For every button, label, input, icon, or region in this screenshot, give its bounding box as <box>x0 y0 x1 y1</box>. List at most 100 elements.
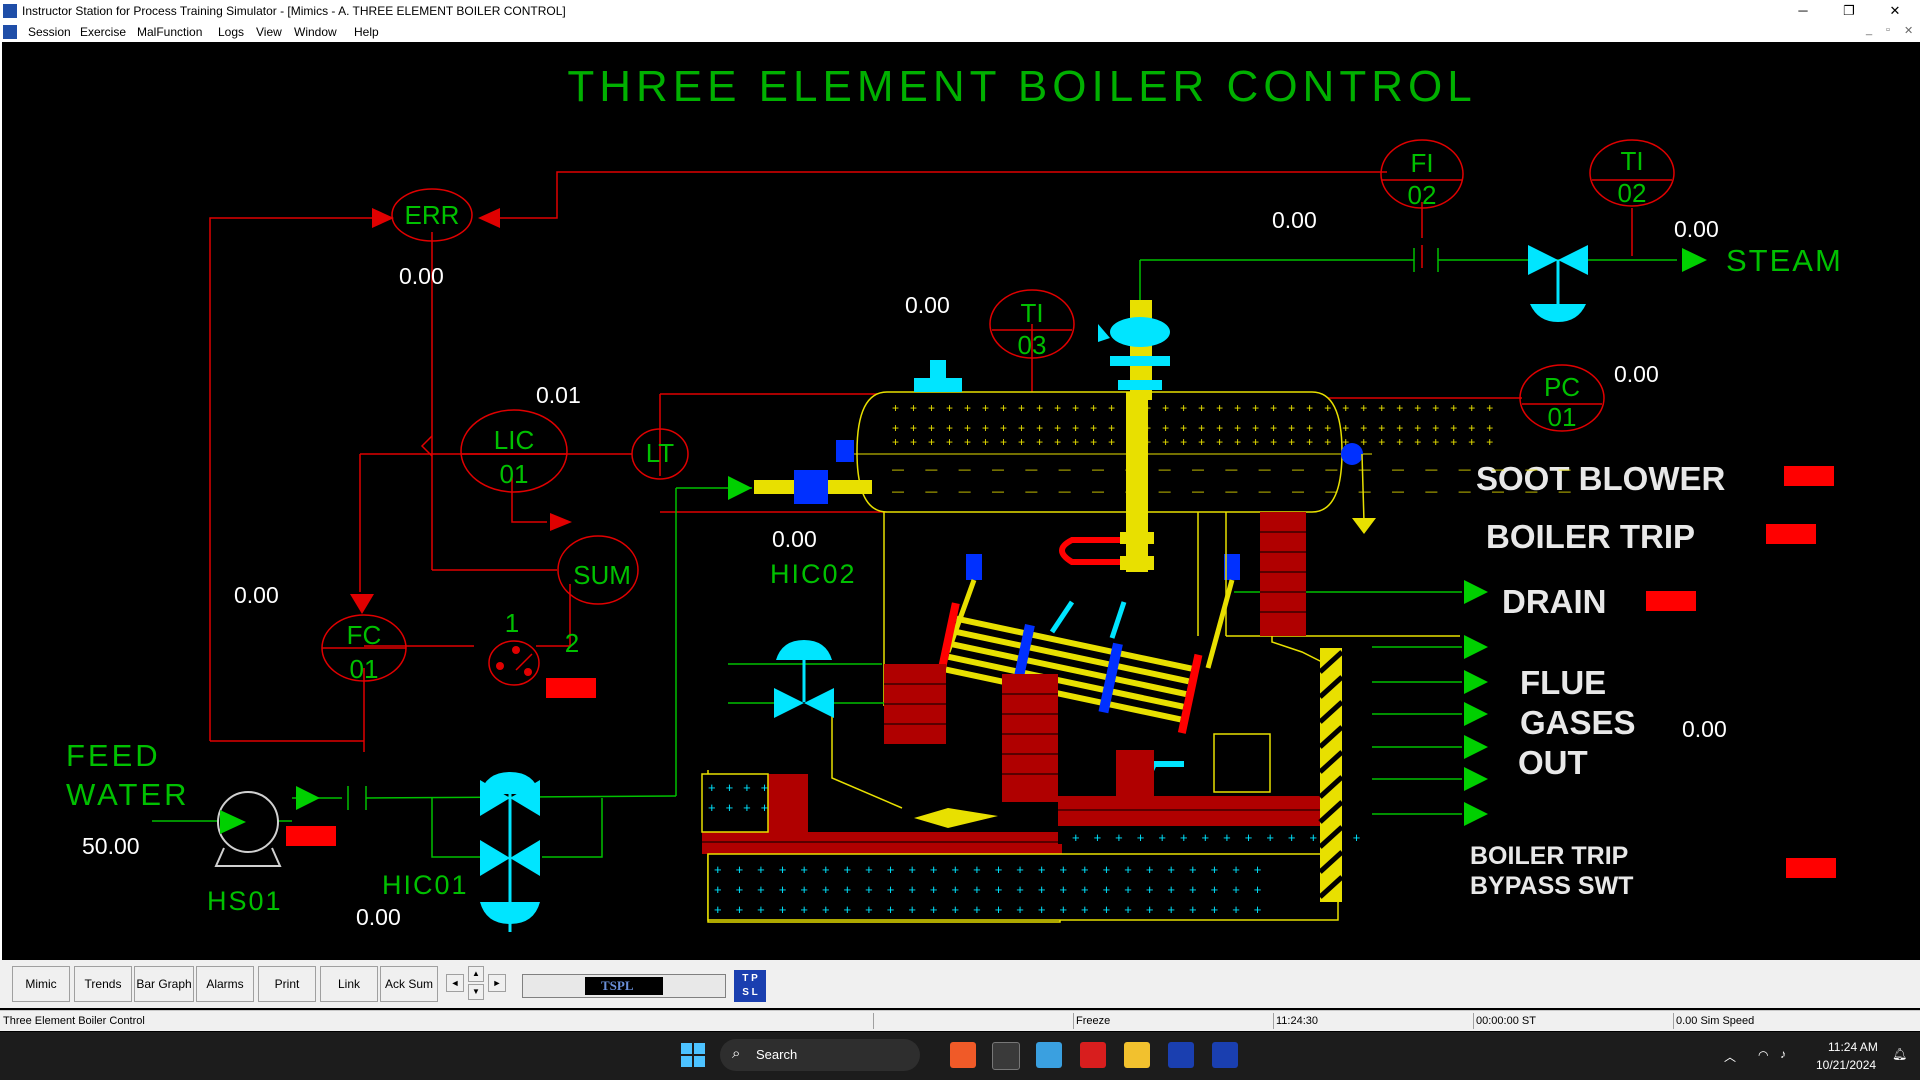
steam-valve[interactable] <box>1528 245 1588 322</box>
window-titlebar: Instructor Station for Process Training … <box>0 0 1920 22</box>
fi02-tag: FI <box>1410 148 1433 178</box>
close-button[interactable]: ✕ <box>1872 0 1918 22</box>
mdi-close-icon[interactable]: ✕ <box>1904 24 1913 37</box>
menu-view[interactable]: View <box>256 25 282 39</box>
drain-indicator[interactable] <box>1646 591 1696 611</box>
fc01-tag: FC <box>347 620 382 650</box>
pc01-num: 01 <box>1548 402 1577 432</box>
minimize-button[interactable]: ─ <box>1780 0 1826 22</box>
steam-value: 0.00 <box>1674 216 1719 242</box>
hic01-valve[interactable] <box>480 772 540 932</box>
process-lines <box>152 248 1677 858</box>
fi02-value: 0.00 <box>1272 207 1317 233</box>
scroll-up-icon[interactable]: ▲ <box>468 966 484 982</box>
selector-indicator[interactable] <box>546 678 596 698</box>
hic01-label: HIC01 <box>382 870 469 900</box>
taskbar-time[interactable]: 11:24 AM <box>1828 1040 1878 1054</box>
mdi-restore-icon[interactable]: ▫ <box>1886 24 1890 36</box>
lic01-tag: LIC <box>494 425 534 455</box>
pc01-value: 0.00 <box>1614 361 1659 387</box>
maximize-button[interactable]: ❐ <box>1826 0 1872 22</box>
safety-valve <box>930 360 946 378</box>
tspl-app-icon-2[interactable] <box>1212 1042 1238 1068</box>
boiler-trip-label: BOILER TRIP <box>1486 518 1695 555</box>
separator-flange-2 <box>1118 380 1162 390</box>
app-icon <box>3 4 17 18</box>
downcomer <box>1126 392 1148 572</box>
tspl-app-icon-1[interactable] <box>1168 1042 1194 1068</box>
selector-contact-2 <box>512 646 520 654</box>
fc01-num: 01 <box>350 654 379 684</box>
mdi-minimize-icon[interactable]: _ <box>1866 24 1872 36</box>
fc01-value: 0.00 <box>234 582 279 608</box>
tspl-logo-icon[interactable]: T PS L <box>734 970 766 1002</box>
hic02-valve[interactable] <box>728 640 884 718</box>
flue-value: 0.00 <box>1682 716 1727 742</box>
selector-pos-1: 1 <box>505 608 519 638</box>
menu-exercise[interactable]: Exercise <box>80 25 126 39</box>
svg-text:++++: ++++ <box>708 800 778 815</box>
volume-icon[interactable]: ♪ <box>1780 1047 1786 1061</box>
ti03-num: 03 <box>1018 330 1047 360</box>
acrobat-icon[interactable] <box>1080 1042 1106 1068</box>
water-label: WATER <box>66 777 190 812</box>
notification-bell-icon[interactable]: 🔔︎ <box>1892 1047 1907 1061</box>
menu-malfunction[interactable]: MalFunction <box>137 25 202 39</box>
downcomer-collar <box>1120 532 1154 544</box>
feed-valve-block <box>794 470 828 504</box>
lt-value: 0.01 <box>536 382 581 408</box>
lt-label: LT <box>646 438 675 468</box>
drain-arrow <box>1352 518 1376 534</box>
separator-handle <box>1098 324 1110 342</box>
tspl-banner: TSPL <box>585 977 663 995</box>
brave-browser-icon[interactable] <box>950 1042 976 1068</box>
hic01-value: 0.00 <box>356 904 401 930</box>
selector-contact-1 <box>496 662 504 670</box>
bar-graph-button[interactable]: Bar Graph <box>134 966 194 1002</box>
svg-text:++++++++++++++++++++++++++++++: ++++++++++++++++++++++++++++++++++ <box>892 435 1504 449</box>
ti02-num: 02 <box>1618 178 1647 208</box>
print-button[interactable]: Print <box>258 966 316 1002</box>
menu-window[interactable]: Window <box>294 25 337 39</box>
svg-text:++++++++++++++++++++++++++: ++++++++++++++++++++++++++ <box>714 902 1275 917</box>
alarms-button[interactable]: Alarms <box>196 966 254 1002</box>
scroll-left-icon[interactable]: ◄ <box>446 974 464 992</box>
start-icon[interactable] <box>680 1042 706 1068</box>
feed-pump-icon[interactable] <box>214 791 282 867</box>
boiler-trip-indicator[interactable] <box>1766 524 1816 544</box>
app-icon-3d[interactable] <box>1036 1042 1062 1068</box>
mimic-button[interactable]: Mimic <box>12 966 70 1002</box>
file-explorer-icon[interactable] <box>1124 1042 1150 1068</box>
out-label: OUT <box>1518 744 1588 781</box>
pump-indicator[interactable] <box>286 826 336 846</box>
progress-box: TSPL <box>522 974 726 998</box>
ack-sum-button[interactable]: Ack Sum <box>380 966 438 1002</box>
windows-taskbar: ⌕ Search ︿ ◠ ♪ 11:24 AM 10/21/2024 🔔︎ <box>0 1032 1920 1080</box>
status-mode: Freeze <box>1076 1015 1111 1027</box>
taskbar-date[interactable]: 10/21/2024 <box>1816 1058 1876 1072</box>
wifi-icon[interactable]: ◠ <box>1758 1048 1768 1062</box>
trends-button[interactable]: Trends <box>74 966 132 1002</box>
selector-contact-out <box>524 668 532 676</box>
search-label: Search <box>756 1047 798 1062</box>
menu-session[interactable]: Session <box>28 25 71 39</box>
fi02-num: 02 <box>1408 180 1437 210</box>
svg-text:++++++++++++++++++++++++++++++: ++++++++++++++++++++++++++++++++++ <box>892 401 1504 415</box>
link-button[interactable]: Link <box>320 966 378 1002</box>
svg-text:— — — — — — — — — — — — — — —: — — — — — — — — — — — — — — — — — — — — … <box>892 462 1580 476</box>
tray-chevron-icon[interactable]: ︿ <box>1724 1048 1736 1065</box>
stack-wall <box>1318 648 1344 902</box>
terminal-icon[interactable] <box>992 1042 1020 1070</box>
scroll-down-icon[interactable]: ▼ <box>468 984 484 1000</box>
document-icon <box>3 25 17 39</box>
soot-blower-indicator[interactable] <box>1784 466 1834 486</box>
level-tap <box>836 440 854 462</box>
search-box[interactable]: ⌕ Search <box>720 1039 920 1071</box>
svg-text:— — — — — — — — — — — — — — —: — — — — — — — — — — — — — — — — — — — — … <box>892 484 1580 498</box>
menu-logs[interactable]: Logs <box>218 25 244 39</box>
status-bar: Three Element Boiler Control Freeze 11:2… <box>0 1010 1920 1031</box>
bypass-switch-indicator[interactable] <box>1786 858 1836 878</box>
menu-help[interactable]: Help <box>354 25 379 39</box>
scroll-right-icon[interactable]: ► <box>488 974 506 992</box>
err-value: 0.00 <box>399 263 444 289</box>
